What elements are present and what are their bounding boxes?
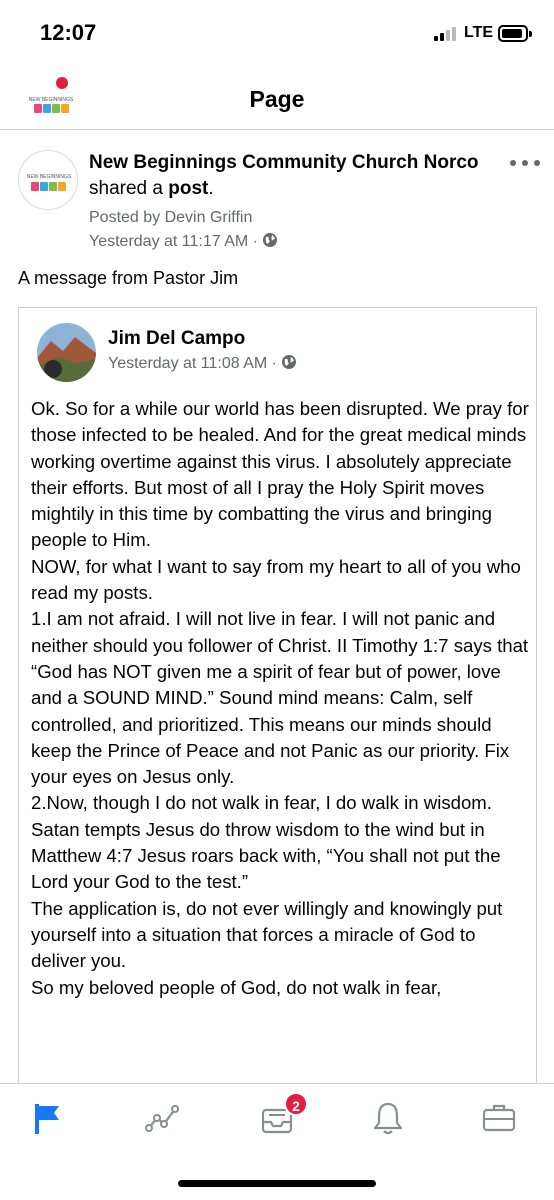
bell-icon [373, 1102, 403, 1135]
body-paragraph: Ok. So for a while our world has been di… [31, 398, 529, 551]
inbox-badge: 2 [284, 1092, 308, 1116]
page-avatar[interactable]: NEW BEGINNINGS [18, 150, 78, 210]
status-time: 12:07 [40, 20, 97, 45]
flag-icon [35, 1104, 59, 1134]
globe-icon [282, 355, 297, 369]
body-paragraph: 1.I am not afraid. I will not live in fe… [31, 608, 529, 788]
battery-icon [498, 25, 532, 42]
more-options-button[interactable] [508, 154, 542, 174]
tab-page[interactable] [25, 1098, 65, 1138]
post-title: New Beginnings Community Church Norco sh… [89, 150, 499, 202]
tab-insights[interactable] [142, 1098, 182, 1138]
body-paragraph: 2.Now, though I do not walk in fear, I d… [31, 792, 501, 893]
avatar-logo-text: NEW BEGINNINGS [27, 174, 72, 180]
tab-tools[interactable] [479, 1098, 519, 1138]
globe-icon [263, 233, 278, 247]
punctuation: . [208, 178, 214, 199]
author-name[interactable]: Jim Del Campo [108, 328, 245, 350]
post-meta: Posted by Devin Griffin Yesterday at 11:… [89, 206, 278, 254]
home-indicator [178, 1180, 376, 1187]
shared-post-timestamp[interactable]: Yesterday at 11:08 AM [108, 355, 267, 372]
page-title: Page [249, 86, 305, 112]
tab-notifications[interactable] [368, 1098, 408, 1138]
briefcase-icon [482, 1104, 516, 1132]
shared-meta-separator: · [271, 355, 277, 372]
shared-post-card[interactable]: Jim Del Campo Yesterday at 11:08 AM · Ok… [18, 307, 537, 1107]
page-name-link[interactable]: New Beginnings Community Church Norco [89, 152, 479, 173]
signal-icon [434, 27, 460, 41]
meta-separator: · [252, 233, 258, 250]
shared-post-meta: Yesterday at 11:08 AM · [108, 354, 297, 373]
author-avatar[interactable] [37, 323, 96, 382]
body-paragraph: So my beloved people of God, do not walk… [31, 976, 442, 998]
body-paragraph: The application is, do not ever willingl… [31, 897, 503, 972]
network-label: LTE [464, 24, 494, 41]
posted-by: Posted by Devin Griffin [89, 209, 253, 226]
post-message: A message from Pastor Jim [18, 268, 239, 288]
post-link[interactable]: post [168, 178, 208, 199]
action-text: shared a [89, 178, 163, 199]
shared-post-body: Ok. So for a while our world has been di… [31, 396, 529, 1001]
post-timestamp[interactable]: Yesterday at 11:17 AM [89, 233, 248, 250]
nav-header: NEW BEGINNINGS Page [0, 62, 554, 130]
body-paragraph: NOW, for what I want to say from my hear… [31, 555, 521, 604]
insights-icon [145, 1105, 179, 1132]
status-bar: 12:07 LTE [0, 0, 554, 62]
